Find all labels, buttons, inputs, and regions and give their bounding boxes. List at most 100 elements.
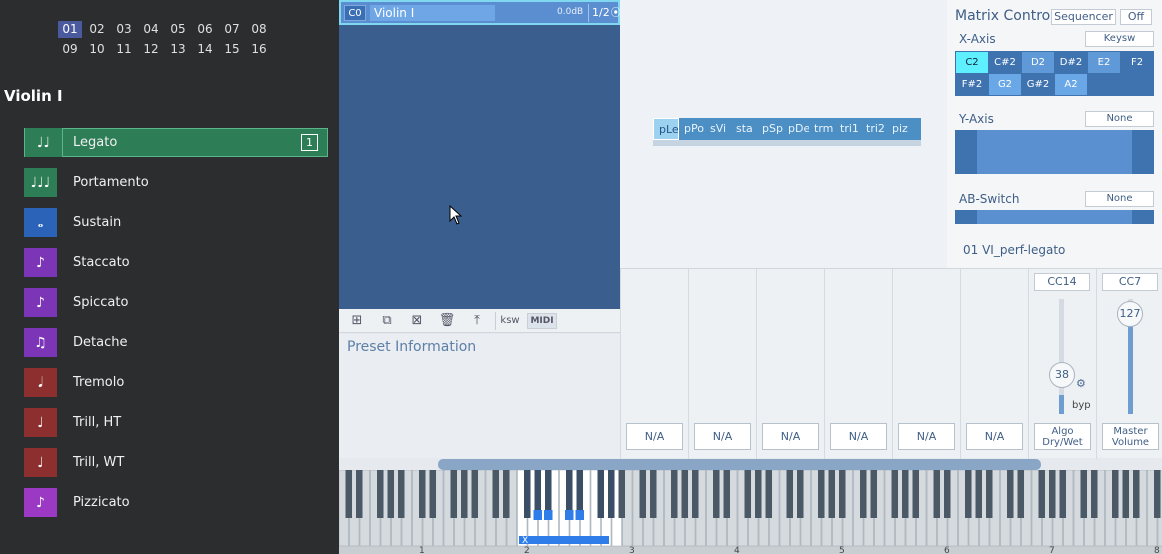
articulation-item[interactable]: 𝅘𝅥 Tremolo: [24, 368, 328, 397]
algo-knob[interactable]: 38: [1049, 362, 1075, 388]
channel-07[interactable]: 07: [220, 21, 244, 38]
articulation-tag-piz[interactable]: piz: [887, 118, 913, 140]
mixer-slot-button[interactable]: N/A: [966, 423, 1023, 450]
articulation-label: Detache: [73, 335, 128, 350]
mixer-slot-button[interactable]: N/A: [694, 423, 751, 450]
articulation-item[interactable]: ♩♩ Legato 1: [24, 128, 328, 157]
cc7-button[interactable]: CC7: [1102, 273, 1158, 291]
channel-01[interactable]: 01: [58, 21, 82, 38]
matrix-key-cell[interactable]: [1121, 74, 1153, 95]
mixer-slot-button[interactable]: N/A: [830, 423, 887, 450]
articulation-tag-pDe[interactable]: pDe: [783, 118, 809, 140]
keyswitch-highlight: [565, 510, 574, 520]
black-key: [492, 470, 500, 518]
ab-switch-grid[interactable]: [955, 210, 1154, 224]
note-trill-icon: ♩: [24, 448, 59, 477]
articulation-item[interactable]: ♩♩♩ Portamento: [24, 168, 328, 197]
black-key: [1154, 470, 1161, 518]
matrix-key-cell[interactable]: F2: [1121, 52, 1153, 73]
gear-icon[interactable]: ⚙: [1076, 377, 1086, 390]
channel-15[interactable]: 15: [220, 41, 244, 58]
channel-10[interactable]: 10: [85, 41, 109, 58]
sequencer-button[interactable]: Sequencer: [1051, 9, 1116, 25]
matrix-key-cell[interactable]: D#2: [1055, 52, 1087, 73]
trash-icon[interactable]: 🗑: [435, 312, 459, 330]
octave-label: 4: [734, 546, 740, 554]
articulation-tag-tri1[interactable]: tri1: [835, 118, 861, 140]
ksw-button[interactable]: ksw: [495, 311, 521, 330]
articulation-tag-sta[interactable]: sta: [731, 118, 757, 140]
articulation-tag-pLeg[interactable]: pLeg: [653, 118, 679, 140]
matrix-key-cell[interactable]: G2: [989, 74, 1021, 95]
articulation-item[interactable]: ♩ Trill, HT: [24, 408, 328, 437]
piano-keyboard-graphic[interactable]: X 1 2 3 4 5 6 7 8: [339, 470, 1162, 554]
matrix-key-cell[interactable]: C#2: [989, 52, 1021, 73]
x-axis-select[interactable]: Keysw: [1085, 31, 1154, 47]
algo-fader-fill: [1059, 395, 1064, 414]
articulation-item[interactable]: ♪ Staccato: [24, 248, 328, 277]
channel-03[interactable]: 03: [112, 21, 136, 38]
articulation-tag-tri2[interactable]: tri2: [861, 118, 887, 140]
bypass-label[interactable]: byp: [1072, 400, 1091, 411]
articulation-item[interactable]: ♪ Pizzicato: [24, 488, 328, 517]
ab-switch-select[interactable]: None: [1085, 191, 1154, 207]
duplicate-icon[interactable]: ⧉: [375, 312, 399, 330]
black-key: [755, 470, 762, 518]
articulation-item[interactable]: ♪ Spiccato: [24, 288, 328, 317]
articulation-item[interactable]: 𝅝 Sustain: [24, 208, 328, 237]
channel-02[interactable]: 02: [85, 21, 109, 38]
matrix-key-cell[interactable]: F#2: [956, 74, 988, 95]
channel-05[interactable]: 05: [166, 21, 190, 38]
black-key: [618, 470, 626, 518]
matrix-key-cell[interactable]: D2: [1022, 52, 1054, 73]
black-key: [818, 470, 825, 518]
channel-04[interactable]: 04: [139, 21, 163, 38]
channel-08[interactable]: 08: [247, 21, 271, 38]
instrument-title: Violin I: [4, 87, 63, 105]
upload-icon[interactable]: ⤒: [465, 312, 489, 330]
page-text: 1/2: [592, 6, 610, 19]
grid-icon[interactable]: ⊞: [345, 312, 369, 330]
matrix-key-cell[interactable]: G#2: [1022, 74, 1054, 95]
octave-label: 3: [629, 546, 635, 554]
black-key: [471, 470, 479, 518]
channel-14[interactable]: 14: [193, 41, 217, 58]
articulation-tag-sVi[interactable]: sVi: [705, 118, 731, 140]
channel-06[interactable]: 06: [193, 21, 217, 38]
keyboard-scrollbar[interactable]: [438, 459, 1041, 470]
midi-button[interactable]: MIDI: [527, 312, 557, 329]
articulation-item[interactable]: ♩ Trill, WT: [24, 448, 328, 477]
mixer-slot-button[interactable]: N/A: [762, 423, 819, 450]
channel-16[interactable]: 16: [247, 41, 271, 58]
slot-page-indicator[interactable]: 1/2⦿: [588, 4, 621, 22]
mixer-slot-button[interactable]: N/A: [626, 423, 683, 450]
channel-11[interactable]: 11: [112, 41, 136, 58]
channel-13[interactable]: 13: [166, 41, 190, 58]
mixer-slot-button[interactable]: N/A: [898, 423, 955, 450]
black-key: [356, 470, 363, 518]
volume-knob[interactable]: 127: [1117, 301, 1143, 327]
note-tremolo-icon: 𝅘𝅥: [24, 368, 59, 397]
instrument-slot-area[interactable]: [339, 25, 620, 309]
instrument-slot-header[interactable]: C0 Violin I 0.0dB 1/2⦿: [339, 0, 621, 25]
remove-icon[interactable]: ⊠: [405, 312, 429, 330]
y-axis-grid[interactable]: [955, 130, 1154, 174]
cc14-button[interactable]: CC14: [1034, 273, 1090, 291]
channel-12[interactable]: 12: [139, 41, 163, 58]
black-key: [1017, 470, 1025, 518]
octave-label: 8: [1154, 546, 1160, 554]
articulation-item[interactable]: ♫ Detache: [24, 328, 328, 357]
articulation-tag-trm[interactable]: trm: [809, 118, 835, 140]
off-button[interactable]: Off: [1120, 9, 1152, 25]
matrix-key-cell[interactable]: A2: [1055, 74, 1087, 95]
matrix-key-cell[interactable]: E2: [1088, 52, 1120, 73]
channel-09[interactable]: 09: [58, 41, 82, 58]
piano-keyboard[interactable]: X 1 2 3 4 5 6 7 8: [339, 470, 1162, 554]
matrix-key-cell[interactable]: [1088, 74, 1120, 95]
matrix-key-cell[interactable]: C2: [956, 52, 988, 73]
articulation-tag-pSp[interactable]: pSp: [757, 118, 783, 140]
y-axis-select[interactable]: None: [1085, 111, 1154, 127]
black-key: [429, 470, 437, 518]
articulation-strip-scrollbar[interactable]: [653, 140, 921, 146]
articulation-tag-pPo[interactable]: pPo: [679, 118, 705, 140]
